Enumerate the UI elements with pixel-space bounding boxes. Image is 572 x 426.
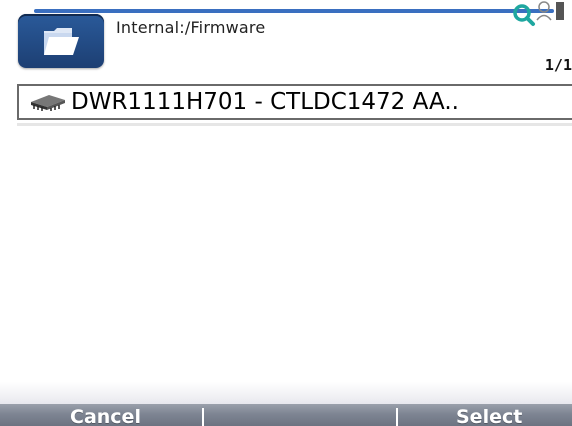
list-item[interactable]: DWR1111H701 - CTLDC1472 AA.. (17, 84, 572, 120)
softkey-bar: Cancel Select (0, 404, 572, 426)
search-icon[interactable] (510, 0, 536, 28)
select-button[interactable]: Select (456, 404, 522, 426)
header: Internal:/Firmware 1/1 (0, 0, 572, 86)
page-counter: 1/1 (544, 56, 572, 74)
folder-button[interactable] (18, 14, 104, 68)
current-path: Internal:/Firmware (116, 18, 266, 37)
chip-icon (29, 92, 67, 112)
bottom-fade (0, 382, 572, 404)
file-browser-screen: Internal:/Firmware 1/1 DWR1111H701 - CTL… (0, 0, 572, 426)
list-item-label: DWR1111H701 - CTLDC1472 AA.. (71, 89, 459, 115)
softkey-divider (202, 408, 204, 426)
softkey-divider (396, 408, 398, 426)
user-icon[interactable] (536, 0, 572, 22)
header-accent-line (34, 9, 554, 13)
cancel-button[interactable]: Cancel (70, 404, 141, 426)
list-divider (17, 123, 572, 126)
